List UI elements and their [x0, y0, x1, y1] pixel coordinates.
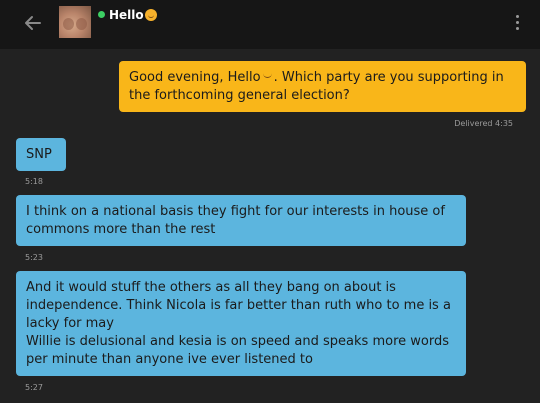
incoming-message-bubble[interactable]: SNP	[16, 138, 66, 171]
contact-name-text: Hello	[109, 8, 144, 22]
delivery-status: Delivered 4:35	[454, 119, 513, 128]
message-timestamp: 5:18	[25, 177, 43, 186]
more-options-icon[interactable]	[514, 15, 520, 33]
contact-name[interactable]: Hello	[109, 8, 157, 22]
back-arrow-icon[interactable]	[22, 12, 44, 34]
online-status-indicator	[98, 11, 105, 18]
message-text: And it would stuff the others as all the…	[26, 280, 451, 331]
incoming-message-bubble[interactable]: I think on a national basis they fight f…	[16, 195, 466, 246]
smile-icon	[262, 72, 272, 78]
message-timestamp: 5:27	[25, 383, 43, 392]
grinning-face-icon	[144, 9, 157, 21]
chat-header: Hello	[0, 0, 540, 49]
incoming-message-bubble[interactable]: And it would stuff the others as all the…	[16, 271, 466, 376]
message-text: I think on a national basis they fight f…	[26, 204, 445, 237]
outgoing-message-bubble[interactable]: Good evening, Hello. Which party are you…	[119, 61, 526, 112]
message-text: Good evening, Hello	[129, 70, 261, 85]
message-timestamp: 5:23	[25, 253, 43, 262]
message-text-line-2: Willie is delusional and kesia is on spe…	[26, 334, 449, 367]
contact-avatar[interactable]	[59, 6, 91, 38]
message-text: SNP	[26, 147, 52, 162]
